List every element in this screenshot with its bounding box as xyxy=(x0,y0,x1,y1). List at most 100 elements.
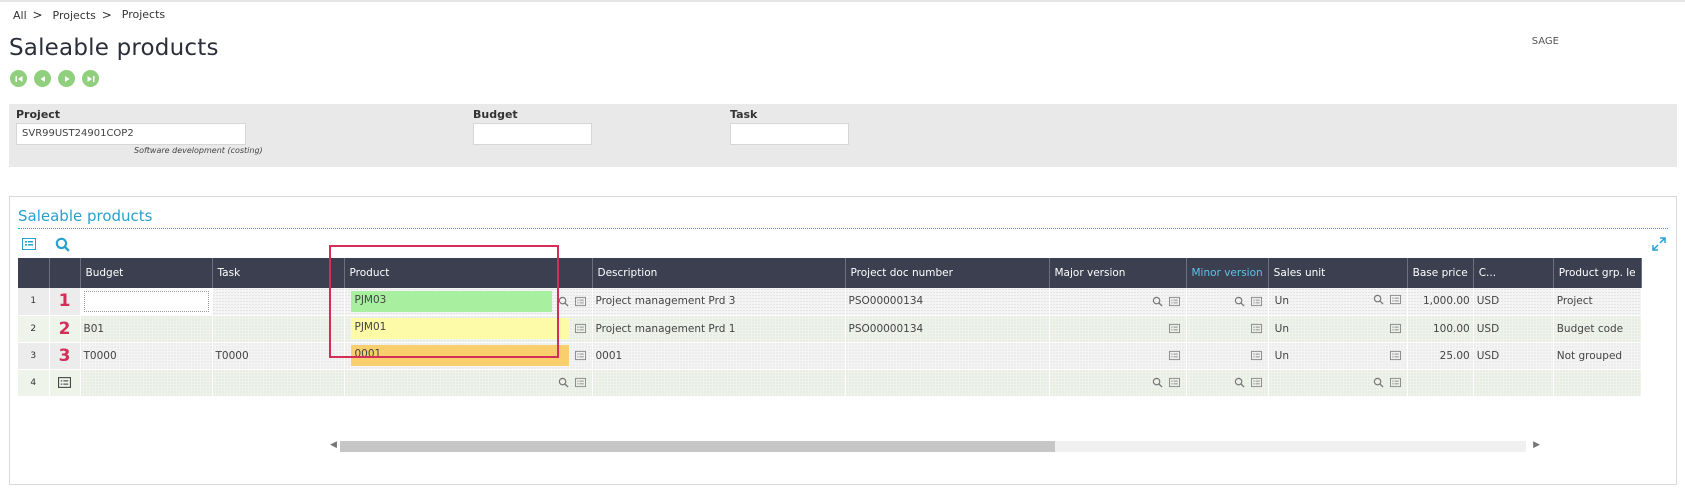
header-description[interactable]: Description xyxy=(592,258,846,288)
search-icon[interactable] xyxy=(558,296,569,307)
task-cell[interactable]: T0000 xyxy=(212,342,345,370)
product-cell[interactable]: PJM01 xyxy=(344,315,593,343)
sales-unit-cell[interactable] xyxy=(1268,369,1408,397)
header-task[interactable]: Task xyxy=(212,258,345,288)
breadcrumb-item-all[interactable]: All > xyxy=(13,8,43,22)
product-group-cell[interactable]: Budget code xyxy=(1553,315,1642,343)
product-value[interactable]: PJM03 xyxy=(350,290,552,312)
product-group-cell[interactable]: Not grouped xyxy=(1553,342,1642,370)
detail-icon[interactable] xyxy=(1250,296,1262,307)
search-icon[interactable] xyxy=(558,377,569,388)
task-field[interactable] xyxy=(730,123,849,145)
description-cell[interactable]: 0001 xyxy=(592,342,846,370)
search-icon[interactable] xyxy=(1234,377,1245,388)
next-record-icon[interactable] xyxy=(58,70,75,87)
task-cell[interactable] xyxy=(212,288,345,316)
header-base-price[interactable]: Base price xyxy=(1407,258,1474,288)
sales-unit-cell[interactable]: Un xyxy=(1268,342,1408,370)
base-price-cell[interactable]: 100.00 xyxy=(1407,315,1474,343)
project-doc-cell[interactable]: PSO00000134 xyxy=(845,288,1050,316)
detail-icon[interactable] xyxy=(1250,350,1262,361)
minor-version-cell[interactable] xyxy=(1186,369,1269,397)
minor-version-cell[interactable] xyxy=(1186,342,1269,370)
currency-cell[interactable] xyxy=(1473,369,1554,397)
detail-icon[interactable] xyxy=(1250,323,1262,334)
product-group-cell[interactable] xyxy=(1553,369,1642,397)
scroll-right-icon[interactable]: ▶ xyxy=(1533,440,1540,450)
header-product[interactable]: Product xyxy=(344,258,593,288)
search-icon[interactable] xyxy=(1373,377,1384,388)
detail-icon[interactable] xyxy=(1168,350,1180,361)
base-price-cell[interactable]: 25.00 xyxy=(1407,342,1474,370)
base-price-cell[interactable] xyxy=(1407,369,1474,397)
search-icon[interactable] xyxy=(53,235,71,253)
detail-icon[interactable] xyxy=(1389,323,1401,334)
description-cell[interactable]: Project management Prd 3 xyxy=(592,288,846,316)
project-field[interactable]: SVR99UST24901COP2 xyxy=(16,123,246,145)
minor-version-cell[interactable] xyxy=(1186,288,1269,316)
major-version-cell[interactable] xyxy=(1049,315,1187,343)
project-doc-cell[interactable] xyxy=(845,369,1050,397)
major-version-cell[interactable] xyxy=(1049,288,1187,316)
header-product-group[interactable]: Product grp. le xyxy=(1553,258,1642,288)
detail-icon[interactable] xyxy=(574,296,586,307)
expand-icon[interactable] xyxy=(1650,235,1668,253)
product-cell[interactable]: 0001 xyxy=(344,342,593,370)
detail-icon[interactable] xyxy=(1389,294,1401,305)
base-price-cell[interactable]: 1,000.00 xyxy=(1407,288,1474,316)
sales-unit-cell[interactable]: Un xyxy=(1268,315,1408,343)
project-doc-cell[interactable] xyxy=(845,342,1050,370)
search-icon[interactable] xyxy=(1373,294,1384,305)
product-cell[interactable]: PJM03 xyxy=(344,288,593,316)
header-minor-version[interactable]: Minor version xyxy=(1186,258,1269,288)
first-record-icon[interactable] xyxy=(10,70,27,87)
scroll-left-icon[interactable]: ◀ xyxy=(330,440,337,450)
detail-icon[interactable] xyxy=(1250,377,1262,388)
minor-version-cell[interactable] xyxy=(1186,315,1269,343)
detail-icon[interactable] xyxy=(1389,350,1401,361)
product-value[interactable]: 0001 xyxy=(350,345,569,366)
budget-cell[interactable] xyxy=(80,288,213,316)
header-budget[interactable]: Budget xyxy=(80,258,213,288)
header-sales-unit[interactable]: Sales unit xyxy=(1268,258,1408,288)
major-version-cell[interactable] xyxy=(1049,369,1187,397)
budget-cell[interactable]: B01 xyxy=(80,315,213,343)
scroll-thumb[interactable] xyxy=(340,441,1055,452)
product-cell[interactable] xyxy=(344,369,593,397)
detail-icon[interactable] xyxy=(574,350,586,361)
list-view-icon[interactable] xyxy=(20,235,38,253)
detail-icon[interactable] xyxy=(1389,377,1401,388)
horizontal-scrollbar[interactable]: ◀ ▶ xyxy=(330,438,1540,452)
currency-cell[interactable]: USD xyxy=(1473,342,1554,370)
search-icon[interactable] xyxy=(1152,296,1163,307)
task-cell[interactable] xyxy=(212,315,345,343)
search-icon[interactable] xyxy=(1234,296,1245,307)
product-value[interactable]: PJM01 xyxy=(350,318,569,339)
detail-icon[interactable] xyxy=(1168,296,1180,307)
header-major-version[interactable]: Major version xyxy=(1049,258,1187,288)
description-cell[interactable]: Project management Prd 1 xyxy=(592,315,846,343)
task-cell[interactable] xyxy=(212,369,345,397)
project-doc-cell[interactable]: PSO00000134 xyxy=(845,315,1050,343)
product-group-cell[interactable]: Project xyxy=(1553,288,1642,316)
header-project-doc-number[interactable]: Project doc number xyxy=(845,258,1050,288)
budget-cell[interactable] xyxy=(80,369,213,397)
detail-icon[interactable] xyxy=(574,377,586,388)
search-icon[interactable] xyxy=(1152,377,1163,388)
sales-unit-cell[interactable]: Un xyxy=(1268,288,1408,316)
previous-record-icon[interactable] xyxy=(34,70,51,87)
currency-cell[interactable]: USD xyxy=(1473,315,1554,343)
budget-cell[interactable]: T0000 xyxy=(80,342,213,370)
detail-icon[interactable] xyxy=(574,323,586,334)
budget-input[interactable] xyxy=(83,290,209,312)
header-currency[interactable]: C... xyxy=(1473,258,1554,288)
detail-icon[interactable] xyxy=(1168,377,1180,388)
currency-cell[interactable]: USD xyxy=(1473,288,1554,316)
last-record-icon[interactable] xyxy=(82,70,99,87)
major-version-cell[interactable] xyxy=(1049,342,1187,370)
budget-field[interactable] xyxy=(473,123,592,145)
detail-icon[interactable] xyxy=(58,376,71,388)
description-cell[interactable] xyxy=(592,369,846,397)
detail-icon[interactable] xyxy=(1168,323,1180,334)
breadcrumb-item-projects[interactable]: Projects > xyxy=(53,8,112,22)
